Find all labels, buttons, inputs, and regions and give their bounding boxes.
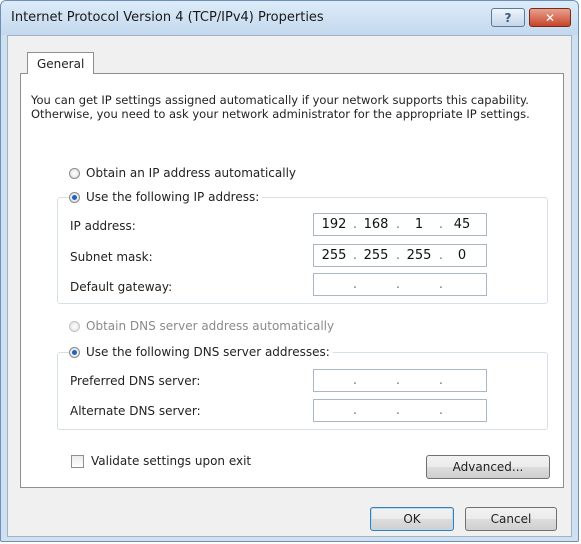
dot-separator: . [395,403,401,418]
subnet-mask-label: Subnet mask: [70,250,153,264]
radio-use-following-dns[interactable]: Use the following DNS server addresses: [69,345,333,359]
tab-general[interactable]: General [27,52,95,74]
radio-use-following-ip[interactable]: Use the following IP address: [69,190,263,204]
preferred-dns-label: Preferred DNS server: [70,374,201,388]
window-title: Internet Protocol Version 4 (TCP/IPv4) P… [11,10,324,25]
radio-button[interactable] [69,346,80,358]
ip-address-input[interactable]: 192 . 168 . 1 . 45 [313,213,487,236]
dot-separator: . [395,373,401,388]
ip-address-label: IP address: [70,219,136,233]
radio-obtain-dns-auto[interactable]: Obtain DNS server address automatically [69,319,338,333]
dot-separator: . [352,277,358,292]
title-bar[interactable]: Internet Protocol Version 4 (TCP/IPv4) P… [1,1,578,35]
radio-label: Use the following IP address: [86,190,260,204]
octet: 168 [363,217,389,232]
radio-label: Use the following DNS server addresses: [86,345,330,359]
dot-separator: . [395,277,401,292]
octet: 255 [363,248,389,263]
octet: 255 [406,248,432,263]
radio-button[interactable] [69,191,80,203]
default-gateway-label: Default gateway: [70,280,173,294]
octet: 1 [414,217,424,232]
advanced-button[interactable]: Advanced... [426,455,550,479]
description-text: You can get IP settings assigned automat… [31,93,530,121]
validate-label: Validate settings upon exit [91,454,252,468]
alternate-dns-input[interactable]: . . . [313,399,487,422]
radio-label: Obtain an IP address automatically [86,166,297,180]
octet: 0 [457,248,467,263]
validate-checkbox[interactable] [71,455,84,468]
dot-separator: . [352,403,358,418]
radio-button[interactable] [69,167,80,179]
close-icon: ✕ [544,10,556,25]
close-button[interactable]: ✕ [529,8,571,27]
help-button[interactable]: ? [491,8,525,27]
radio-obtain-ip-auto[interactable]: Obtain an IP address automatically [69,166,300,180]
cancel-button[interactable]: Cancel [465,507,557,531]
dot-separator: . [438,403,444,418]
default-gateway-input[interactable]: . . . [313,273,487,296]
subnet-mask-input[interactable]: 255 . 255 . 255 . 0 [313,244,487,267]
radio-button[interactable] [69,320,80,332]
alternate-dns-label: Alternate DNS server: [70,404,201,418]
preferred-dns-input[interactable]: . . . [313,369,487,392]
octet: 192 [321,217,347,232]
octet: 45 [453,217,471,232]
ok-button[interactable]: OK [370,507,454,531]
dot-separator: . [352,373,358,388]
question-mark-icon: ? [504,10,512,25]
octet: 255 [321,248,347,263]
radio-label: Obtain DNS server address automatically [86,319,335,333]
dot-separator: . [438,373,444,388]
dot-separator: . [438,277,444,292]
